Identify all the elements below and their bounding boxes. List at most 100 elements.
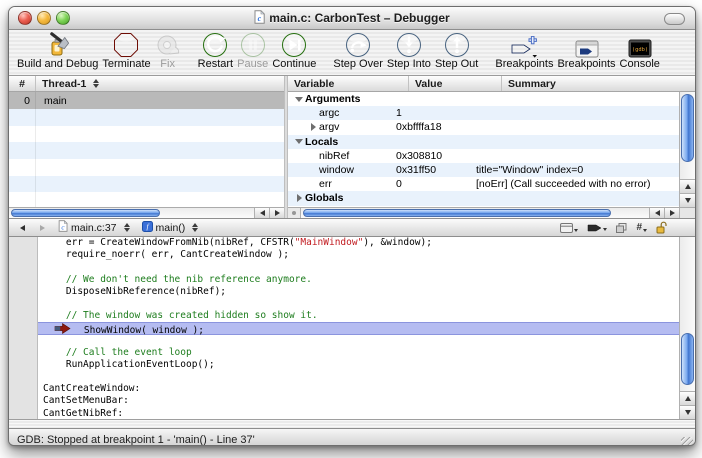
scroll-right-button[interactable] (269, 208, 284, 218)
variable-row-locals[interactable]: Locals (288, 135, 695, 149)
scroll-down-button[interactable] (680, 405, 695, 419)
step-into-icon (396, 32, 422, 58)
sort-indicator-icon (93, 79, 99, 88)
code-text-area[interactable]: err = CreateWindowFromNib(nibRef, CFSTR(… (9, 237, 680, 419)
code-line[interactable]: err = CreateWindowFromNib(nibRef, CFSTR(… (9, 237, 680, 249)
title-bar[interactable]: c main.c: CarbonTest – Debugger (9, 7, 695, 30)
variable-name: nibRef (319, 150, 349, 162)
disclosure-triangle-icon[interactable] (308, 123, 318, 131)
code-line[interactable]: // Call the event loop (9, 347, 680, 359)
variable-row-arguments[interactable]: Arguments (288, 92, 695, 106)
variable-name-cell: nibRef (288, 150, 396, 162)
popup-stepper-icon (124, 223, 130, 232)
toolbar-button-continue[interactable]: Continue (272, 32, 316, 70)
minimize-button[interactable] (37, 11, 51, 25)
toolbar-button-breakpoints-window[interactable]: Breakpoints (557, 32, 615, 70)
disclosure-triangle-icon[interactable] (294, 97, 304, 102)
toolbar-button-add-breakpoints[interactable]: Breakpoints (495, 32, 553, 70)
toolbar-button-step-out[interactable]: Step Out (435, 32, 478, 70)
column-header-summary[interactable]: Summary (502, 76, 695, 91)
variable-name: Arguments (305, 93, 360, 105)
toolbar-button-terminate[interactable]: Terminate (102, 32, 150, 70)
file-popup[interactable]: c main.c:37 (55, 220, 133, 235)
function-popup[interactable]: f main() (139, 220, 202, 235)
column-header-thread[interactable]: Thread-1 (36, 76, 284, 91)
toolbar-button-label: Step Over (333, 58, 383, 70)
variable-row-registers[interactable]: Registers (288, 206, 695, 208)
scroll-down-button[interactable] (680, 193, 695, 207)
variable-row-window[interactable]: window0x31ff50title="Window" index=0 (288, 163, 695, 177)
zoom-button[interactable] (56, 11, 70, 25)
toolbar-button-step-over[interactable]: Step Over (333, 32, 383, 70)
scrollbar-track[interactable] (680, 237, 695, 391)
disclosure-triangle-icon[interactable] (294, 139, 304, 144)
code-line[interactable] (9, 371, 680, 383)
variable-row-globals[interactable]: Globals (288, 191, 695, 205)
toolbar-button-console[interactable]: (gdb) Console (620, 32, 660, 70)
code-line[interactable]: CantSetMenuBar: (9, 395, 680, 407)
column-header-number[interactable]: # (9, 76, 36, 91)
build-and-debug-icon (43, 32, 73, 58)
variable-row-nibref[interactable]: nibRef0x308810 (288, 149, 695, 163)
thread-list-header: # Thread-1 (9, 76, 284, 92)
included-files-icon[interactable] (560, 223, 578, 233)
scroll-left-button[interactable] (254, 208, 269, 218)
list-stripe (9, 109, 284, 126)
splitter-grip[interactable] (288, 208, 301, 218)
variable-value: 1 (396, 107, 476, 119)
scrollbar-thumb[interactable] (681, 94, 694, 162)
code-line[interactable]: require_noerr( err, CantCreateWindow ); (9, 249, 680, 261)
scroll-up-button[interactable] (680, 179, 695, 193)
thread-row[interactable]: 0main (9, 92, 284, 109)
step-out-icon (444, 32, 470, 58)
code-line[interactable]: CantCreateWindow: (9, 383, 680, 395)
scrollbar-track[interactable] (301, 208, 649, 218)
code-line[interactable]: // The window was created hidden so show… (9, 310, 680, 322)
column-header-variable[interactable]: Variable (288, 76, 409, 91)
code-line[interactable]: DisposeNibReference(nibRef); (9, 286, 680, 298)
pause-icon (240, 32, 266, 58)
counterparts-icon[interactable] (616, 223, 627, 233)
disclosure-triangle-icon[interactable] (294, 194, 304, 202)
scroll-up-button[interactable] (680, 391, 695, 405)
toolbar-button-build-and-debug[interactable]: Build and Debug (17, 32, 98, 70)
toolbar-button-step-into[interactable]: Step Into (387, 32, 431, 70)
code-line[interactable] (9, 298, 680, 310)
code-line[interactable]: RunApplicationEventLoop(); (9, 359, 680, 371)
code-line[interactable]: // We don't need the nib reference anymo… (9, 274, 680, 286)
toolbar-toggle-button[interactable] (664, 13, 685, 25)
toolbar-button-restart[interactable]: Restart (198, 32, 233, 70)
variable-row-err[interactable]: err0[noErr] (Call succeeded with no erro… (288, 177, 695, 191)
code-line[interactable] (9, 261, 680, 273)
scrollbar-thumb[interactable] (11, 209, 160, 217)
variable-row-argv[interactable]: argv0xbffffa18 (288, 120, 695, 134)
scroll-right-button[interactable] (664, 208, 679, 218)
forward-button[interactable] (35, 225, 49, 231)
close-button[interactable] (18, 11, 32, 25)
code-line[interactable]: CantGetNibRef: (9, 408, 680, 419)
line-number-icon[interactable]: # (636, 223, 647, 233)
toolbar-button-label: Console (620, 58, 660, 70)
add-breakpoint-icon (509, 32, 539, 58)
step-over-icon (345, 32, 371, 58)
console-icon: (gdb) (628, 32, 652, 58)
variable-value: 0x31ff50 (396, 164, 476, 176)
column-header-value[interactable]: Value (409, 76, 502, 91)
breakpoint-marker-icon[interactable] (587, 224, 607, 232)
terminate-icon (113, 32, 139, 58)
scrollbar-track[interactable] (680, 92, 695, 179)
document-icon: c (254, 10, 265, 27)
unlock-icon[interactable] (656, 221, 667, 234)
variable-row-argc[interactable]: argc1 (288, 106, 695, 120)
scrollbar-thumb[interactable] (681, 333, 694, 385)
code-line[interactable] (9, 335, 680, 347)
scroll-left-button[interactable] (649, 208, 664, 218)
scrollbar-thumb[interactable] (303, 209, 611, 217)
resize-grip[interactable] (681, 437, 693, 446)
window-title: main.c: CarbonTest – Debugger (269, 11, 449, 25)
variable-name-cell: Locals (288, 136, 396, 148)
scrollbar-track[interactable] (9, 208, 254, 218)
current-pc-line[interactable]: ShowWindow( window ); (9, 322, 680, 334)
back-button[interactable] (15, 225, 29, 231)
continue-icon (281, 32, 307, 58)
